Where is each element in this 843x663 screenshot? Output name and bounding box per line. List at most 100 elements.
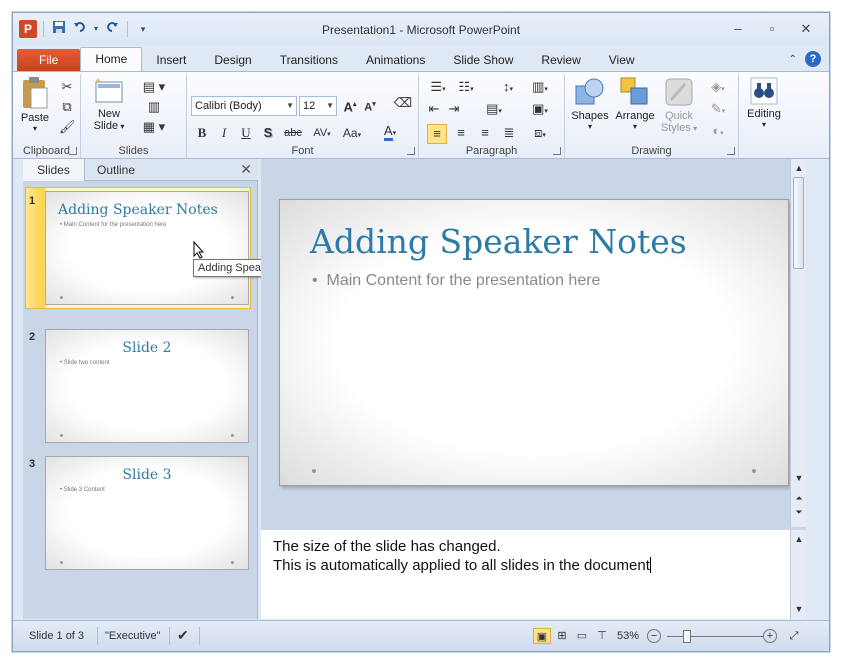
- shapes-icon: [575, 78, 604, 105]
- arrange-button[interactable]: Arrange ▾: [613, 76, 657, 131]
- notes-pane[interactable]: The size of the slide has changed. This …: [261, 527, 806, 619]
- editing-button[interactable]: Editing ▾: [741, 76, 787, 129]
- normal-view-button[interactable]: ▣: [533, 628, 551, 644]
- slide-show-view-button[interactable]: ⊤: [593, 628, 611, 644]
- help-icon[interactable]: ?: [805, 51, 821, 67]
- tab-slides[interactable]: Slides: [23, 159, 85, 181]
- numbering-icon[interactable]: ☷▾: [453, 78, 479, 99]
- strikethrough-button[interactable]: abc: [281, 124, 305, 142]
- section-icon[interactable]: ▦ ▾: [141, 118, 167, 136]
- mouse-cursor-icon: [193, 241, 205, 259]
- drawing-launcher-icon[interactable]: [727, 147, 735, 155]
- align-left-button[interactable]: ≡: [427, 124, 447, 144]
- tab-outline[interactable]: Outline: [85, 159, 147, 181]
- previous-slide-icon[interactable]: ⏶: [791, 491, 807, 505]
- copy-icon[interactable]: ⧉: [59, 98, 75, 116]
- italic-button[interactable]: I: [215, 124, 233, 142]
- format-painter-icon[interactable]: 🖌: [59, 118, 76, 136]
- layout-icon[interactable]: ▤ ▾: [141, 78, 167, 96]
- align-right-button[interactable]: ≡: [475, 124, 495, 142]
- shape-effects-icon[interactable]: ◐▾: [703, 122, 733, 143]
- maximize-icon[interactable]: ▫: [755, 19, 789, 39]
- clear-formatting-icon[interactable]: ⌫: [393, 94, 413, 112]
- slide-title[interactable]: Adding Speaker Notes: [310, 222, 687, 261]
- notes-line-2: This is automatically applied to all sli…: [273, 557, 651, 574]
- reset-icon[interactable]: ▥: [141, 98, 167, 116]
- bold-button[interactable]: B: [193, 124, 211, 142]
- scroll-up-icon[interactable]: ▲: [791, 161, 807, 175]
- shape-outline-icon[interactable]: ✎▾: [703, 100, 733, 121]
- zoom-out-icon[interactable]: −: [647, 629, 661, 643]
- tab-insert[interactable]: Insert: [142, 49, 200, 71]
- slide-sorter-view-button[interactable]: ⊞: [553, 628, 571, 644]
- decrease-indent-icon[interactable]: ⇤: [425, 100, 443, 118]
- smartart-icon[interactable]: ⧈▾: [527, 124, 553, 145]
- slide-thumbnail-row[interactable]: 2 Slide 2 • Slide two content: [23, 323, 258, 445]
- font-size-select[interactable]: 12 ▼: [299, 96, 337, 116]
- slide-thumbnail[interactable]: Slide 3 • Slide 3 Content: [45, 456, 249, 570]
- slide-thumbnail-row[interactable]: 3 Slide 3 • Slide 3 Content: [23, 450, 258, 572]
- slide-body[interactable]: • Main Content for the presentation here: [312, 272, 600, 290]
- paste-button[interactable]: Paste ▾: [17, 76, 53, 133]
- shape-fill-icon[interactable]: ◈▾: [703, 78, 733, 99]
- tab-design[interactable]: Design: [200, 49, 265, 71]
- zoom-level[interactable]: 53%: [617, 630, 639, 642]
- justify-button[interactable]: ≣: [499, 124, 519, 142]
- tab-review[interactable]: Review: [527, 49, 594, 71]
- align-center-button[interactable]: ≡: [451, 124, 471, 142]
- zoom-slider-track[interactable]: [667, 636, 763, 637]
- grow-font-icon[interactable]: A▴: [341, 96, 359, 116]
- notes-scrollbar[interactable]: ▲ ▼: [790, 530, 806, 619]
- align-text-icon[interactable]: ▣▾: [527, 100, 553, 121]
- quick-styles-button[interactable]: Quick Styles ▾: [659, 76, 699, 134]
- font-launcher-icon[interactable]: [407, 147, 415, 155]
- current-slide[interactable]: Adding Speaker Notes • Main Content for …: [279, 199, 789, 486]
- tab-slide-show[interactable]: Slide Show: [439, 49, 527, 71]
- bullets-icon[interactable]: ☰▾: [425, 78, 451, 99]
- columns-icon[interactable]: ▥▾: [527, 78, 553, 99]
- line-spacing-icon[interactable]: ↕▾: [495, 78, 521, 99]
- slide-thumbnail-row[interactable]: 1 Adding Speaker Notes • Main Content fo…: [23, 187, 258, 309]
- scroll-up-icon[interactable]: ▲: [791, 532, 807, 546]
- tab-home[interactable]: Home: [80, 47, 143, 71]
- slide-scrollbar[interactable]: ▲ ▼ ⏶ ⏷: [790, 159, 806, 527]
- status-bar: Slide 1 of 3 "Executive" ✔ ▣ ⊞ ▭ ⊤ 53% −…: [13, 620, 829, 651]
- scrollbar-thumb[interactable]: [793, 177, 804, 269]
- close-icon[interactable]: ✕: [240, 161, 252, 178]
- tab-file[interactable]: File: [17, 49, 81, 71]
- font-group: Calibri (Body) ▼ 12 ▼ A▴ A▾ ⌫ B I U S ab…: [187, 74, 419, 158]
- character-spacing-button[interactable]: AV▾: [309, 124, 335, 144]
- tab-animations[interactable]: Animations: [352, 49, 439, 71]
- shrink-font-icon[interactable]: A▾: [361, 96, 379, 117]
- font-name-select[interactable]: Calibri (Body) ▼: [191, 96, 297, 116]
- close-icon[interactable]: ✕: [789, 19, 823, 39]
- paste-dropdown-icon[interactable]: ▾: [17, 124, 53, 133]
- text-direction-icon[interactable]: ▤▾: [481, 100, 507, 121]
- next-slide-icon[interactable]: ⏷: [791, 505, 807, 519]
- increase-indent-icon[interactable]: ⇥: [445, 100, 463, 118]
- tab-view[interactable]: View: [595, 49, 649, 71]
- thumbnail-dot: [231, 434, 234, 437]
- minimize-icon[interactable]: –: [721, 19, 755, 39]
- paragraph-launcher-icon[interactable]: [553, 147, 561, 155]
- zoom-in-icon[interactable]: +: [763, 629, 777, 643]
- reading-view-button[interactable]: ▭: [573, 628, 591, 644]
- shapes-button[interactable]: Shapes ▾: [569, 76, 611, 131]
- cut-icon[interactable]: ✂: [59, 78, 75, 96]
- slide-thumbnail[interactable]: Adding Speaker Notes • Main Content for …: [45, 191, 249, 305]
- underline-button[interactable]: U: [237, 124, 255, 142]
- new-slide-button[interactable]: New Slide ▾: [89, 76, 129, 132]
- scroll-down-icon[interactable]: ▼: [791, 602, 807, 616]
- fit-slide-icon[interactable]: ⤢: [785, 628, 803, 644]
- zoom-slider-knob[interactable]: [683, 630, 691, 643]
- clipboard-launcher-icon[interactable]: [69, 147, 77, 155]
- minimize-ribbon-icon[interactable]: ⌃: [789, 54, 797, 65]
- tab-transitions[interactable]: Transitions: [266, 49, 352, 71]
- new-slide-dropdown-icon[interactable]: ▾: [118, 122, 124, 131]
- slide-thumbnail[interactable]: Slide 2 • Slide two content: [45, 329, 249, 443]
- change-case-button[interactable]: Aa▾: [339, 124, 365, 145]
- scroll-down-icon[interactable]: ▼: [791, 471, 807, 485]
- spell-check-icon[interactable]: ✔: [177, 627, 189, 644]
- shadow-button[interactable]: S: [259, 124, 277, 142]
- font-color-button[interactable]: A▾: [375, 122, 405, 143]
